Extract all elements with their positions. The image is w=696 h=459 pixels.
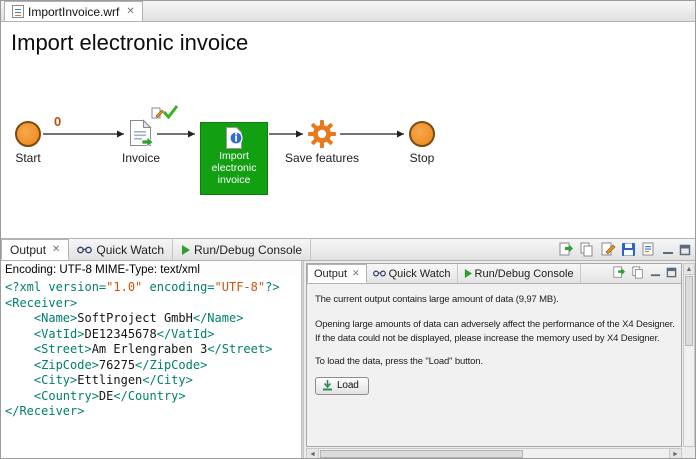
xml-code-line: <ZipCode>76275</ZipCode> (5, 358, 297, 374)
tab-quick-watch[interactable]: Quick Watch (69, 239, 173, 260)
save-features-node[interactable] (307, 119, 337, 154)
xml-code-line: </Receiver> (5, 404, 297, 420)
glasses-icon (77, 246, 92, 254)
inner-tab-run-debug-console[interactable]: Run/Debug Console (458, 264, 581, 283)
vertical-scroll-thumb[interactable] (685, 276, 693, 346)
notice-line-size: The current output contains large amount… (315, 294, 673, 305)
output-xml-pane[interactable]: Encoding: UTF-8 MIME-Type: text/xml <?xm… (1, 261, 301, 459)
encoding-info: Encoding: UTF-8 MIME-Type: text/xml (1, 261, 301, 278)
output-notice-pane: Output ✕ Quick Watch (304, 261, 695, 459)
inner-tabbar: Output ✕ Quick Watch (307, 264, 681, 284)
editor-tabbar: ImportInvoice.wrf ✕ (1, 1, 695, 22)
xml-code-line: <Name>SoftProject GmbH</Name> (5, 311, 297, 327)
close-output-tab-icon[interactable]: ✕ (52, 244, 60, 255)
maximize-panel-icon[interactable] (679, 244, 691, 256)
tab-run-debug-console-label: Run/Debug Console (194, 243, 302, 257)
save-output-icon[interactable] (621, 242, 636, 257)
horizontal-scroll-thumb[interactable] (320, 450, 523, 458)
inner-tab-output[interactable]: Output ✕ (307, 264, 367, 283)
glasses-icon (373, 270, 386, 277)
xml-code-line: <?xml version="1.0" encoding="UTF-8"?> (5, 280, 297, 296)
xml-code-line: <Receiver> (5, 296, 297, 312)
tab-importinvoice-wrf[interactable]: ImportInvoice.wrf ✕ (4, 1, 143, 21)
export-output-icon[interactable] (558, 242, 574, 257)
horizontal-scroll-track[interactable] (319, 449, 669, 459)
inner-tab-quick-watch[interactable]: Quick Watch (367, 264, 458, 283)
inner-tab-quick-watch-label: Quick Watch (389, 268, 451, 280)
minimize-panel-icon[interactable] (662, 244, 674, 256)
run-console-icon (181, 245, 190, 255)
tab-run-debug-console[interactable]: Run/Debug Console (173, 239, 311, 260)
vertical-scrollbar[interactable]: ▲ (683, 263, 695, 447)
start-node[interactable] (15, 121, 41, 147)
tab-output-label: Output (10, 243, 46, 257)
stop-node[interactable] (409, 121, 435, 147)
inner-toolbar (612, 266, 677, 279)
copy-output-icon[interactable] (631, 266, 645, 279)
tab-quick-watch-label: Quick Watch (96, 243, 164, 257)
inner-close-output-tab-icon[interactable]: ✕ (352, 268, 360, 279)
xml-code-line: <Street>Am Erlengraben 3</Street> (5, 342, 297, 358)
load-icon (322, 380, 333, 391)
run-console-icon (464, 269, 472, 278)
edit-output-icon[interactable] (600, 242, 616, 257)
scroll-left-icon[interactable]: ◄ (307, 449, 319, 459)
service-document-icon (223, 126, 245, 150)
workflow-file-icon (12, 5, 24, 18)
bottom-panel-tabbar: Output ✕ Quick Watch Run/Debug Console (1, 239, 695, 261)
minimize-panel-icon[interactable] (650, 267, 661, 278)
inner-tab-run-debug-console-label: Run/Debug Console (475, 268, 574, 280)
output-toolbar (558, 242, 691, 257)
load-button[interactable]: Load (315, 377, 369, 395)
log-output-icon[interactable] (641, 242, 657, 257)
xml-code-line: <Country>DE</Country> (5, 389, 297, 405)
gear-icon (307, 119, 337, 149)
invoice-document-icon (129, 119, 153, 147)
notice-line-load: To load the data, press the "Load" butto… (315, 356, 673, 367)
close-tab-icon[interactable]: ✕ (126, 6, 134, 17)
import-electronic-invoice-node[interactable]: Import electronic invoice (200, 122, 268, 195)
output-inner-window: Output ✕ Quick Watch (306, 263, 682, 447)
invoice-node-label: Invoice (117, 151, 165, 165)
editor-tab-label: ImportInvoice.wrf (28, 5, 119, 19)
validation-check-icon (162, 104, 179, 119)
bottom-panes: Encoding: UTF-8 MIME-Type: text/xml <?xm… (1, 261, 695, 459)
inner-tab-output-label: Output (314, 268, 347, 280)
xml-code-line: <VatId>DE12345678</VatId> (5, 327, 297, 343)
scroll-right-icon[interactable]: ► (669, 449, 681, 459)
copy-output-icon[interactable] (579, 242, 595, 257)
x4-designer-window: ImportInvoice.wrf ✕ Import electronic in… (0, 0, 696, 459)
notice-line-memory: If the data could not be displayed, plea… (315, 333, 673, 344)
save-features-node-label: Save features (284, 151, 360, 165)
import-node-label-line1: Import (219, 150, 249, 162)
import-node-label-line2: electronic (212, 162, 257, 174)
scroll-up-icon[interactable]: ▲ (684, 264, 694, 275)
tab-output[interactable]: Output ✕ (1, 239, 69, 260)
export-output-icon[interactable] (612, 266, 626, 279)
maximize-panel-icon[interactable] (666, 267, 677, 278)
horizontal-scrollbar[interactable]: ◄ ► (306, 448, 682, 459)
xml-code[interactable]: <?xml version="1.0" encoding="UTF-8"?><R… (1, 278, 301, 422)
iteration-count-badge: 0 (54, 114, 61, 129)
notice-line-performance: Opening large amounts of data can advers… (315, 319, 673, 330)
workflow-canvas[interactable]: Import electronic invoice 0 Start (1, 22, 695, 239)
start-node-label: Start (3, 151, 53, 165)
stop-node-label: Stop (397, 151, 447, 165)
load-button-label: Load (337, 380, 359, 391)
xml-code-line: <City>Ettlingen</City> (5, 373, 297, 389)
import-node-label-line3: invoice (218, 174, 251, 186)
large-output-notice: The current output contains large amount… (307, 284, 681, 446)
invoice-node[interactable] (129, 119, 153, 152)
